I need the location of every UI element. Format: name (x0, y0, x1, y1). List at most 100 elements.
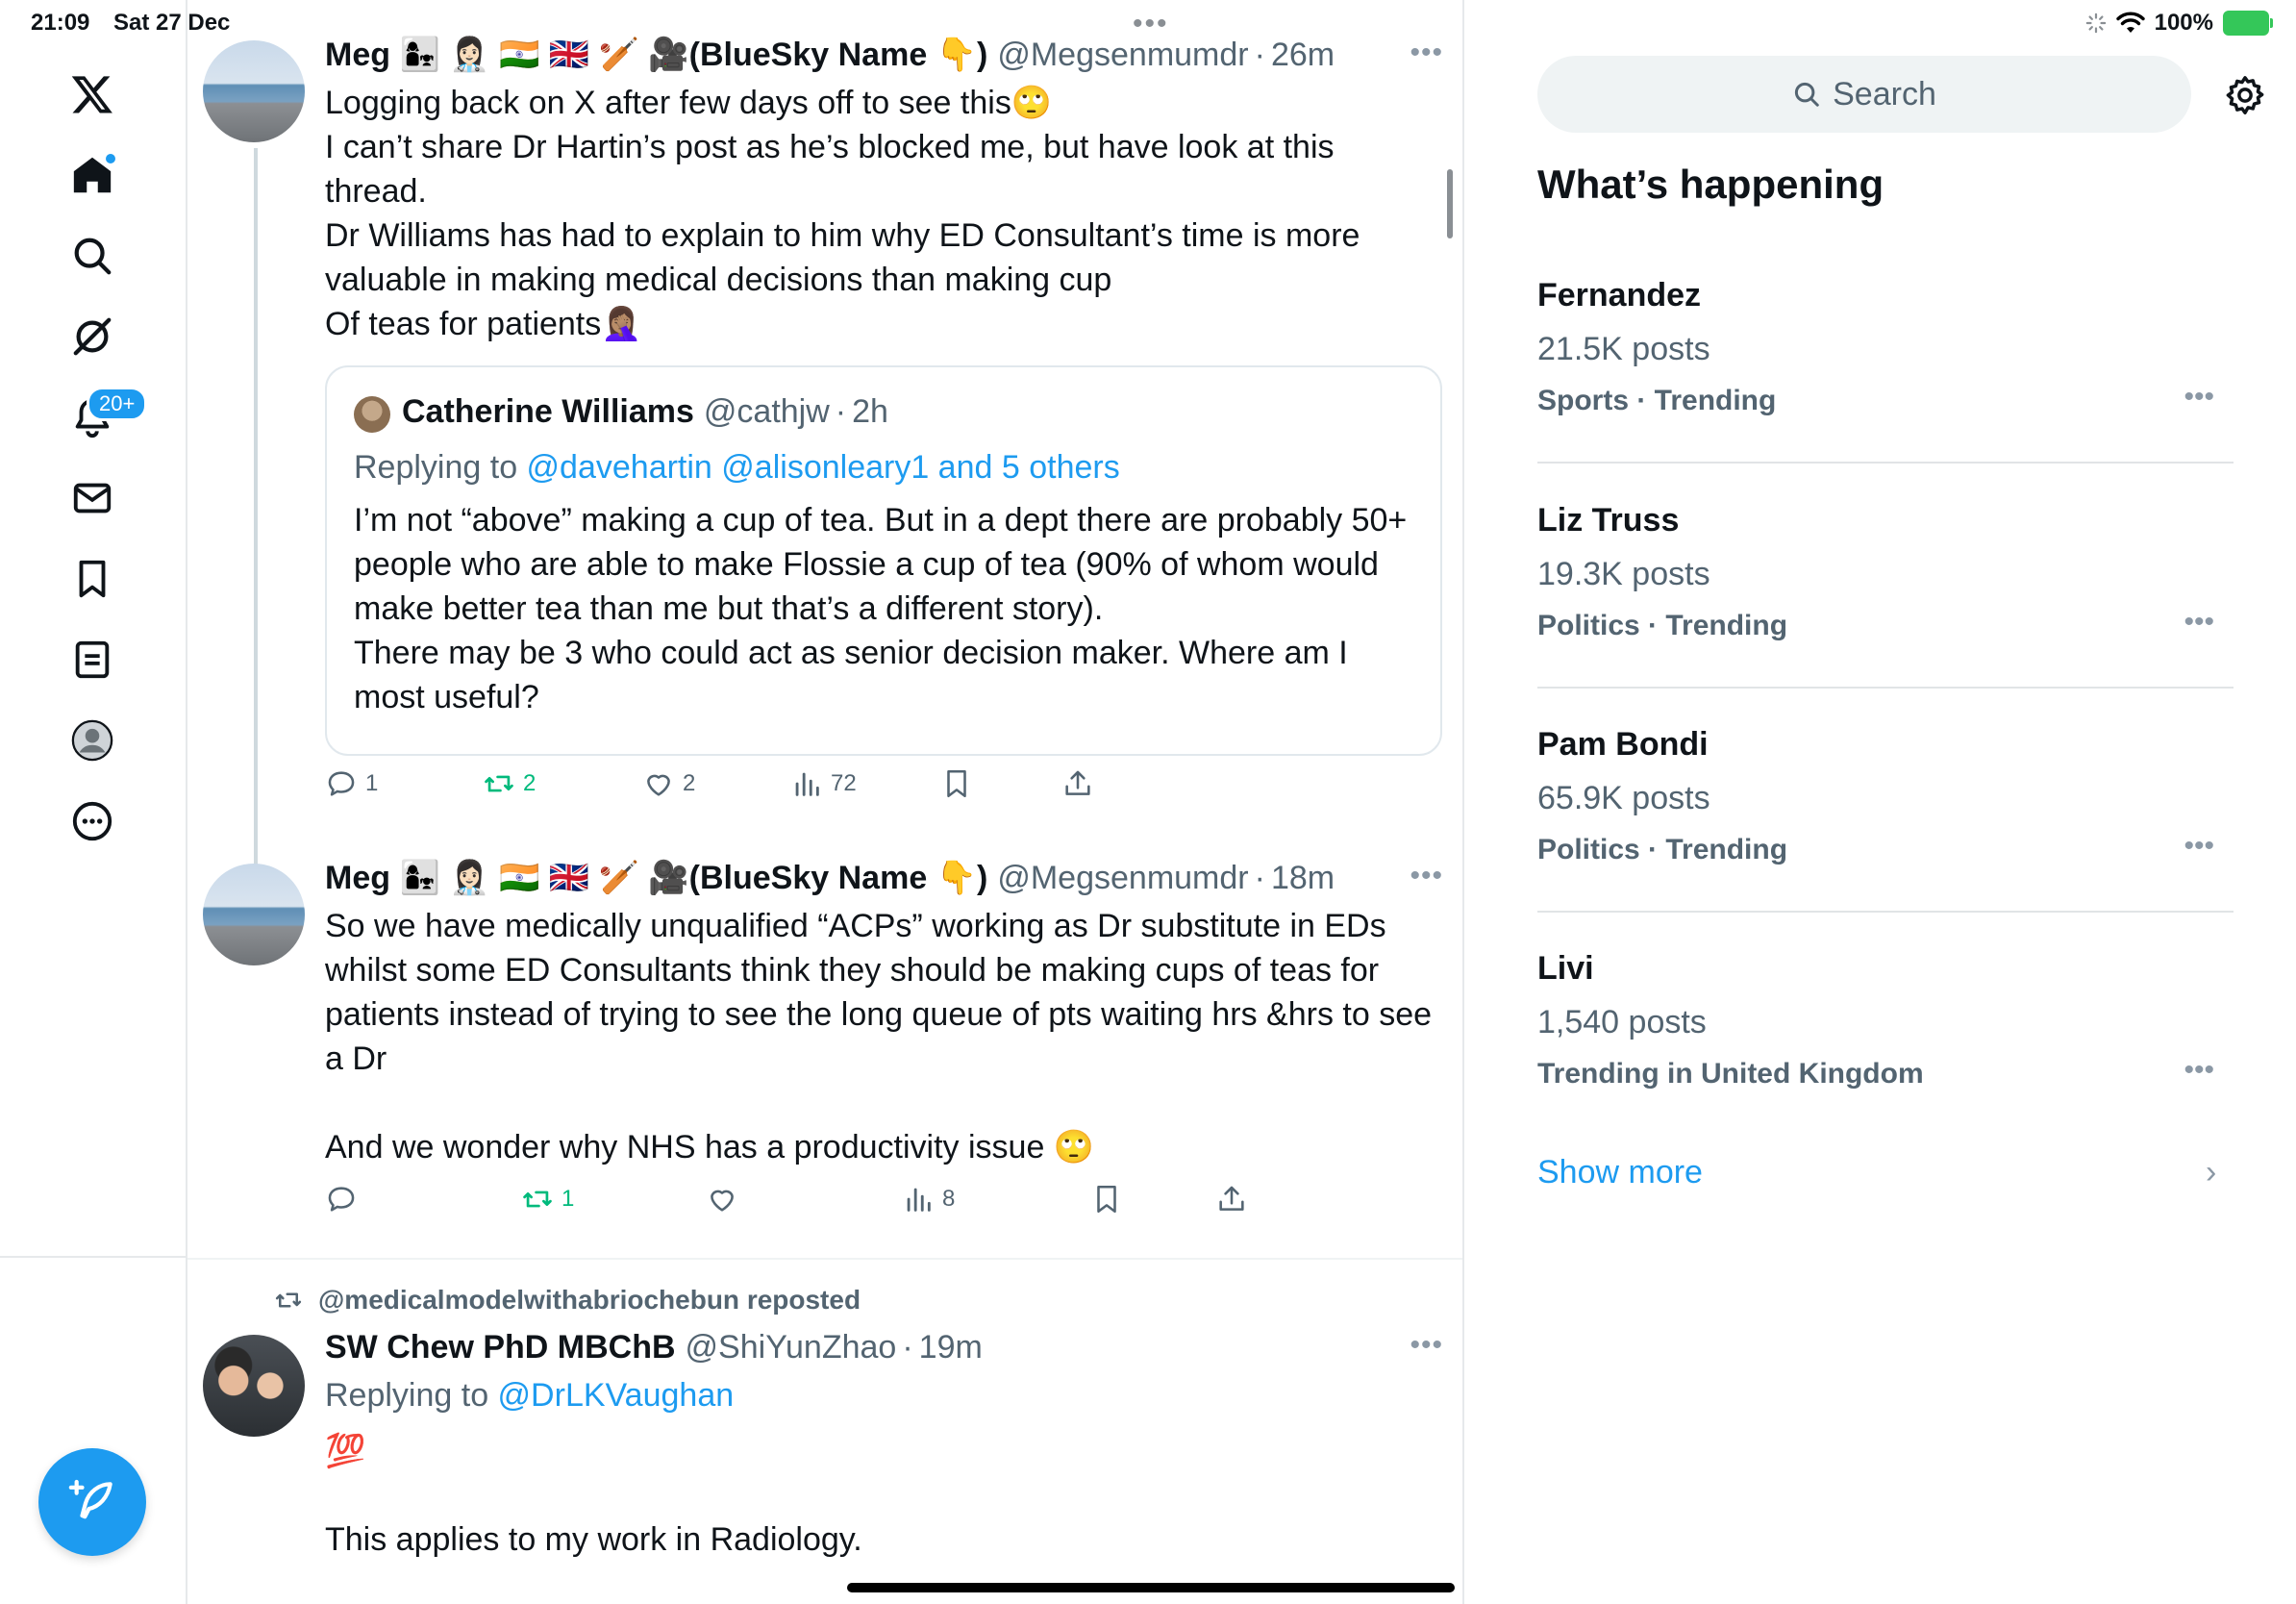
x-logo-icon (71, 76, 112, 113)
quoted-tweet[interactable]: Catherine Williams @cathjw · 2h Replying to… (325, 365, 1442, 756)
tweet-header: Meg 👩‍👧 👩🏻‍⚕️ 🇮🇳 🇬🇧 🏏 🎥(BlueSky Name 👇) … (325, 858, 1440, 898)
avatar[interactable] (203, 1335, 305, 1437)
status-time: 21:09 (31, 10, 90, 36)
display-name[interactable]: SW Chew PhD MBChB (325, 1327, 676, 1367)
quote-text: I’m not “above” making a cup of tea. But… (354, 502, 1408, 715)
trend-count: 19.3K posts (1537, 556, 1710, 592)
search-icon (74, 238, 112, 275)
home-unread-dot (106, 154, 115, 163)
repost-button[interactable]: 2 (483, 767, 536, 800)
avatar[interactable] (203, 40, 305, 142)
tweet-text: Logging back on X after few days off to … (325, 85, 1360, 342)
avatar[interactable] (203, 864, 305, 965)
tweet-more-icon[interactable]: ••• (1410, 1329, 1443, 1362)
trend-more-icon[interactable]: ••• (2184, 830, 2214, 863)
separator-dot: · (1254, 860, 1265, 896)
timeline[interactable]: Meg 👩‍👧 👩🏻‍⚕️ 🇮🇳 🇬🇧 🏏 🎥(BlueSky Name 👇) … (186, 0, 1464, 1604)
bookmark-button[interactable] (1090, 1183, 1123, 1216)
like-button[interactable]: 2 (642, 767, 695, 800)
replying-to-link[interactable]: @DrLKVaughan (498, 1377, 735, 1414)
tweet-more-icon[interactable]: ••• (1410, 37, 1443, 69)
nav-explore[interactable] (60, 223, 125, 288)
trend-item[interactable]: Livi 1,540 posts Trending in United King… (1537, 950, 2234, 1175)
nav-grok[interactable] (60, 304, 125, 369)
share-button[interactable] (1061, 767, 1094, 800)
views-button[interactable]: 72 (790, 767, 857, 800)
status-indicators: 100% (2085, 10, 2273, 37)
replying-to-link[interactable]: @davehartin @alisonleary1 and 5 others (527, 449, 1120, 486)
separator-dot: · (902, 1329, 913, 1366)
trend-name: Liz Truss (1537, 502, 1680, 539)
nav-bookmarks[interactable] (60, 546, 125, 612)
repost-count: 1 (562, 1186, 575, 1212)
trend-divider (1537, 462, 2234, 464)
trend-more-icon[interactable]: ••• (2184, 606, 2214, 639)
views-button[interactable]: 8 (902, 1183, 955, 1216)
repost-icon (485, 775, 513, 792)
share-icon (1065, 770, 1090, 795)
quote-handle[interactable]: @cathjw (704, 393, 830, 430)
nav-more[interactable] (60, 789, 125, 854)
trend-count: 1,540 posts (1537, 1004, 1707, 1040)
battery-percent: 100% (2154, 10, 2213, 36)
tweet-body: Meg 👩‍👧 👩🏻‍⚕️ 🇮🇳 🇬🇧 🏏 🎥(BlueSky Name 👇) … (325, 858, 1440, 1169)
trend-name: Livi (1537, 950, 1594, 987)
mail-icon (73, 483, 112, 514)
nav-lists[interactable] (60, 627, 125, 692)
timestamp[interactable]: 19m (919, 1327, 983, 1367)
home-indicator[interactable] (847, 1583, 1455, 1592)
compose-post-button[interactable] (38, 1448, 146, 1556)
trend-item[interactable]: Liz Truss 19.3K posts Politics · Trendin… (1537, 502, 2234, 727)
quote-display-name[interactable]: Catherine Williams (402, 393, 694, 430)
reply-button[interactable] (325, 1183, 365, 1216)
repost-label: @medicalmodelwithabriochebun reposted (274, 1285, 861, 1316)
search-placeholder: Search (1833, 75, 1936, 113)
trend-divider (1537, 687, 2234, 689)
replying-prefix: Replying to (325, 1377, 498, 1414)
search-input[interactable]: Search (1537, 56, 2191, 133)
tweet-more-icon[interactable]: ••• (1410, 860, 1443, 892)
trend-item[interactable]: Pam Bondi 65.9K posts Politics · Trendin… (1537, 726, 2234, 951)
trends-title: What’s happening (1537, 162, 1884, 207)
trend-context: Trending in United Kingdom (1537, 1058, 1924, 1090)
nav-notifications[interactable]: 20+ (60, 385, 148, 450)
trend-item[interactable]: Fernandez 21.5K posts Sports · Trending … (1537, 277, 2234, 502)
timestamp[interactable]: 26m (1271, 35, 1335, 75)
display-name[interactable]: Meg 👩‍👧 👩🏻‍⚕️ 🇮🇳 🇬🇧 🏏 🎥(BlueSky Name 👇) (325, 858, 987, 898)
reply-icon (328, 1187, 355, 1212)
x-logo[interactable] (60, 62, 125, 127)
trend-name: Fernandez (1537, 277, 1702, 313)
trend-more-icon[interactable]: ••• (2184, 381, 2214, 414)
left-nav: 20+ (0, 46, 185, 1258)
nav-profile[interactable] (60, 708, 125, 773)
handle[interactable]: @Megsenmumdr (997, 858, 1248, 898)
tweet-body: SW Chew PhD MBChB @ShiYunZhao · 19m Repl… (325, 1327, 1440, 1562)
gear-icon[interactable] (2223, 73, 2267, 117)
repost-label-text[interactable]: @medicalmodelwithabriochebun reposted (318, 1285, 861, 1316)
repost-button[interactable]: 1 (521, 1183, 574, 1216)
handle[interactable]: @Megsenmumdr (997, 35, 1248, 75)
reply-count: 1 (365, 770, 379, 796)
views-count: 72 (831, 770, 857, 796)
scrollbar-thumb[interactable] (1447, 169, 1453, 238)
reply-button[interactable]: 1 (325, 767, 378, 800)
heart-icon (711, 1190, 734, 1212)
nav-home[interactable] (60, 142, 125, 208)
display-name[interactable]: Meg 👩‍👧 👩🏻‍⚕️ 🇮🇳 🇬🇧 🏏 🎥(BlueSky Name 👇) (325, 35, 987, 75)
share-button[interactable] (1215, 1183, 1248, 1216)
nav-messages[interactable] (60, 465, 125, 531)
chevron-right-icon[interactable]: › (2206, 1154, 2216, 1191)
replying-to: Replying to @DrLKVaughan (325, 1373, 1440, 1417)
trend-count: 65.9K posts (1537, 780, 1710, 816)
trend-more-icon[interactable]: ••• (2184, 1054, 2214, 1087)
battery-icon (2223, 11, 2273, 36)
handle[interactable]: @ShiYunZhao (686, 1327, 897, 1367)
loading-icon (2085, 13, 2106, 34)
bookmark-icon (947, 769, 966, 798)
quote-avatar[interactable] (354, 396, 390, 433)
show-more-link[interactable]: Show more (1537, 1154, 1703, 1191)
timestamp[interactable]: 18m (1271, 858, 1335, 898)
repost-icon (275, 1292, 302, 1308)
like-button[interactable] (706, 1183, 746, 1216)
bookmark-button[interactable] (940, 767, 973, 800)
